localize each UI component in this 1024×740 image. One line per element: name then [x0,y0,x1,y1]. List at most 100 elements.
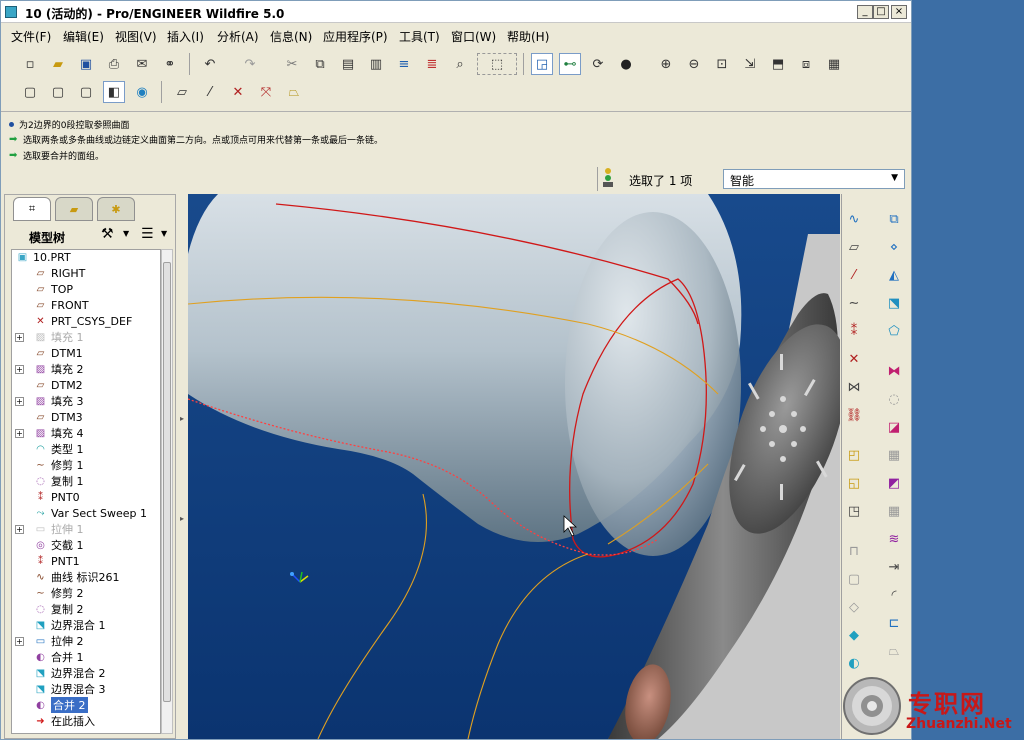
copy-icon[interactable]: ⧉ [309,53,331,75]
save-icon[interactable]: ▣ [75,53,97,75]
tree-node[interactable]: ⏥ TOP [12,281,73,297]
maximize-button[interactable]: □ [873,5,889,19]
model-3d-view[interactable] [188,194,840,739]
expand-toggle-icon[interactable]: + [15,636,24,646]
scrollbar-thumb[interactable] [163,262,171,702]
hidden-line-icon[interactable]: ▢ [47,81,69,103]
tree-node[interactable]: ∿ 曲线 标识261 [12,569,119,585]
menu-view[interactable]: 视图(V) [115,28,157,45]
tree-node[interactable]: ✕ PRT_CSYS_DEF [12,313,132,329]
tree-node[interactable]: ∼ 修剪 1 [12,457,83,473]
fill-tool-icon[interactable]: ⬠ [882,320,906,342]
datum-plane-tool-icon[interactable]: ⏥ [842,236,866,258]
tree-node[interactable]: + ▭ 拉伸 2 [12,633,84,649]
round-tool-icon[interactable]: ◜ [882,584,906,606]
tree-node[interactable]: + ▨ 填充 3 [12,393,84,409]
saved-views-icon[interactable]: ⬒ [767,53,789,75]
tree-node[interactable]: ⏥ FRONT [12,297,89,313]
expand-toggle-icon[interactable]: + [15,332,24,342]
tree-node[interactable]: ∼ 修剪 2 [12,585,83,601]
tree-node[interactable]: ⏥ DTM2 [12,377,83,393]
print-icon[interactable]: ⎙ [103,53,125,75]
menu-file[interactable]: 文件(F) [11,28,51,45]
favorites-tab[interactable]: ✱ [97,197,135,221]
menu-insert[interactable]: 插入(I) [167,28,204,45]
graphics-viewport[interactable] [188,194,840,739]
folder-browser-tab[interactable]: ▰ [55,197,93,221]
datum-point-tool-icon[interactable]: ⁑ [842,320,866,342]
project-tool-icon[interactable]: ⇥ [882,556,906,578]
boundary-blend-icon[interactable]: ⬔ [882,292,906,314]
chevron-down-icon[interactable]: ▼ [161,229,167,238]
tree-node[interactable]: ⁑ PNT1 [12,553,80,569]
pattern-icon[interactable]: ⧉ [882,208,906,230]
merge-tool-icon[interactable]: ⋄ [882,236,906,258]
tree-node[interactable]: ◐ 合并 1 [12,649,83,665]
csys-tool-icon[interactable]: ✕ [842,348,866,370]
menu-info[interactable]: 信息(N) [270,28,312,45]
sash-grip-icon[interactable]: ▸ [180,514,184,523]
mirror-feature-icon[interactable]: ◳ [842,500,866,522]
regenerate-icon[interactable]: ≡ [393,53,415,75]
menu-tools[interactable]: 工具(T) [399,28,440,45]
menu-edit[interactable]: 编辑(E) [63,28,104,45]
trim-tool-icon[interactable]: ◭ [882,264,906,286]
shell-tool-icon[interactable]: ⊏ [882,612,906,634]
grid-tool-icon[interactable]: ▦ [882,444,906,466]
datum-planes-toggle-icon[interactable]: ⏥ [171,81,193,103]
blend-tool-icon[interactable]: ◆ [842,624,866,646]
datum-axes-toggle-icon[interactable]: ⁄ [199,81,221,103]
pane-sash[interactable]: ▸ ▸ [178,194,187,739]
spin-center-icon[interactable]: ⊷ [559,53,581,75]
redo-icon[interactable]: ↷ [239,53,261,75]
sash-grip-icon[interactable]: ▸ [180,414,184,423]
tree-node[interactable]: ◠ 类型 1 [12,441,83,457]
selection-filter-dropdown[interactable]: 智能 ▼ [723,169,905,189]
datum-points-toggle-icon[interactable]: ✕ [227,81,249,103]
selection-box-icon[interactable]: ⬚ [477,53,517,75]
no-hidden-icon[interactable]: ▢ [75,81,97,103]
tree-node[interactable]: ◎ 交截 1 [12,537,83,553]
new-file-icon[interactable]: ▫ [19,53,41,75]
settings-tools-icon[interactable]: ⚒ [101,226,114,242]
paste-icon[interactable]: ▤ [337,53,359,75]
paste-feature-icon[interactable]: ◱ [842,472,866,494]
tree-node[interactable]: ◐ 合并 2 [12,697,88,713]
tree-node[interactable]: ⁑ PNT0 [12,489,80,505]
tree-node[interactable]: ◌ 复制 1 [12,473,83,489]
pattern-grid-icon[interactable]: ▦ [882,500,906,522]
link-icon[interactable]: ⚭ [159,53,181,75]
show-menu-icon[interactable]: ☰ [141,226,154,242]
close-button[interactable]: × [891,5,907,19]
model-tree-tab[interactable]: ⌗ [13,197,51,221]
wireframe-icon[interactable]: ▢ [19,81,41,103]
tree-node[interactable]: ⏥ DTM3 [12,409,83,425]
shading-icon[interactable]: ◧ [103,81,125,103]
chain-icon[interactable]: ⛓ [842,404,866,426]
tree-node[interactable]: + ▨ 填充 1 [12,329,84,345]
yellow-guide-curve[interactable] [467,553,589,739]
revolve-tool-icon[interactable]: ▢ [842,568,866,590]
thicken-tool-icon[interactable]: ◪ [882,416,906,438]
tree-scrollbar[interactable] [161,249,173,734]
sketch-icon[interactable]: ∿ [842,208,866,230]
tree-node[interactable]: + ▨ 填充 4 [12,425,84,441]
tree-node[interactable]: ▣ 10.PRT [12,249,71,265]
yellow-guide-curve[interactable] [317,493,427,739]
refit-icon[interactable]: ⊡ [711,53,733,75]
minimize-button[interactable]: _ [857,5,873,19]
solidify-tool-icon[interactable]: ◩ [882,472,906,494]
tree-node[interactable]: ➜ 在此插入 [12,713,95,729]
paste-special-icon[interactable]: ▥ [365,53,387,75]
expand-toggle-icon[interactable]: + [15,524,24,534]
display-style-icon[interactable]: ● [615,53,637,75]
menu-applications[interactable]: 应用程序(P) [323,28,388,45]
tree-node[interactable]: ⬔ 边界混合 2 [12,665,106,681]
cut-icon[interactable]: ✂ [281,53,303,75]
expand-toggle-icon[interactable]: + [15,396,24,406]
chevron-down-icon[interactable]: ▼ [123,229,129,238]
undo-icon[interactable]: ↶ [199,53,221,75]
expand-toggle-icon[interactable]: + [15,364,24,374]
find-icon[interactable]: ⌕ [449,53,471,75]
analysis-tool-icon[interactable]: ⋈ [842,376,866,398]
